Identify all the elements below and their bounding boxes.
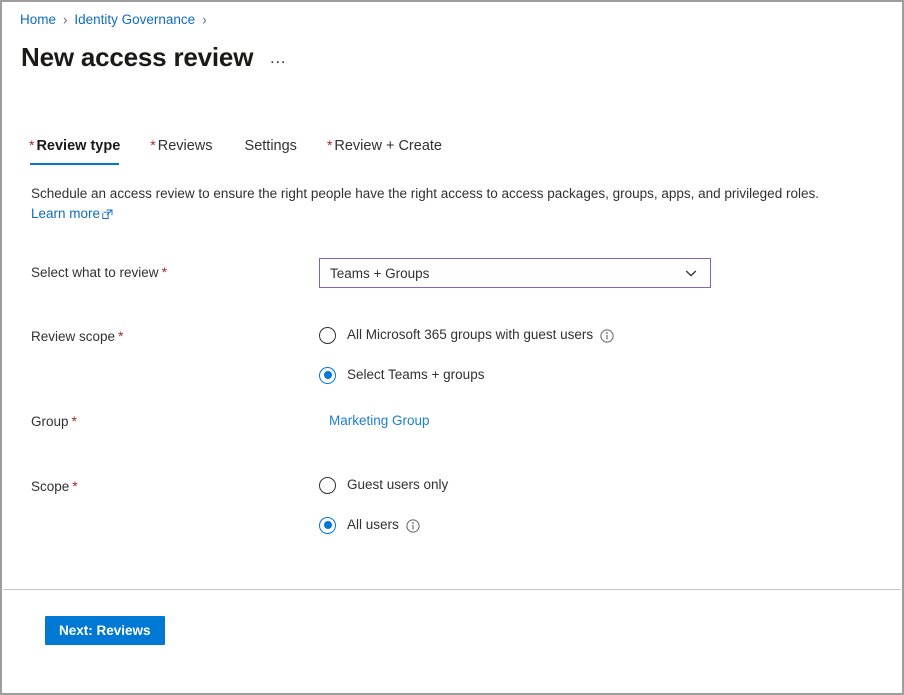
radio-indicator-unchecked bbox=[319, 477, 336, 494]
radio-guest-users-only[interactable]: Guest users only bbox=[319, 470, 448, 500]
info-icon[interactable] bbox=[406, 519, 420, 533]
field-select-what-to-review: Select what to review* Teams + Groups bbox=[2, 258, 902, 298]
breadcrumb-separator-icon: › bbox=[63, 10, 67, 31]
field-scope: Scope* Guest users only All users bbox=[2, 470, 902, 536]
learn-more-label: Learn more bbox=[31, 205, 100, 223]
required-asterisk: * bbox=[327, 137, 332, 153]
tab-label: Reviews bbox=[158, 138, 213, 154]
radio-indicator-checked bbox=[319, 367, 336, 384]
label-scope: Scope* bbox=[31, 476, 78, 497]
field-review-scope: Review scope* All Microsoft 365 groups w… bbox=[2, 320, 902, 386]
tab-settings[interactable]: Settings bbox=[243, 136, 297, 165]
required-asterisk: * bbox=[29, 137, 34, 153]
breadcrumb: Home › Identity Governance › bbox=[20, 11, 214, 29]
radio-label: All users bbox=[347, 516, 399, 534]
label-group: Group* bbox=[31, 411, 77, 432]
more-options-icon[interactable]: … bbox=[269, 48, 288, 68]
required-asterisk: * bbox=[72, 478, 77, 494]
breadcrumb-item-identity-governance[interactable]: Identity Governance bbox=[74, 11, 195, 29]
breadcrumb-item-home[interactable]: Home bbox=[20, 11, 56, 29]
tab-review-type[interactable]: *Review type bbox=[29, 136, 120, 165]
learn-more-link[interactable]: Learn more bbox=[31, 205, 113, 223]
scope-radio-group: Guest users only All users bbox=[319, 470, 448, 540]
required-asterisk: * bbox=[118, 328, 123, 344]
blade-description: Schedule an access review to ensure the … bbox=[31, 184, 891, 204]
azure-portal-blade: Home › Identity Governance › New access … bbox=[0, 0, 904, 695]
required-asterisk: * bbox=[150, 137, 155, 153]
tab-review-create[interactable]: *Review + Create bbox=[327, 136, 442, 165]
radio-select-teams-groups[interactable]: Select Teams + groups bbox=[319, 360, 614, 390]
radio-all-users[interactable]: All users bbox=[319, 510, 448, 540]
footer-divider bbox=[3, 589, 901, 590]
tab-label: Settings bbox=[245, 138, 297, 154]
tab-label: Review + Create bbox=[334, 138, 442, 154]
tab-reviews[interactable]: *Reviews bbox=[150, 136, 212, 165]
radio-indicator-checked bbox=[319, 517, 336, 534]
radio-label: Guest users only bbox=[347, 476, 448, 494]
label-text: Group bbox=[31, 414, 69, 429]
select-what-to-review-dropdown[interactable]: Teams + Groups bbox=[319, 258, 711, 288]
review-scope-radio-group: All Microsoft 365 groups with guest user… bbox=[319, 320, 614, 390]
label-text: Review scope bbox=[31, 329, 115, 344]
next-reviews-button[interactable]: Next: Reviews bbox=[45, 616, 165, 645]
radio-indicator-unchecked bbox=[319, 327, 336, 344]
chevron-down-icon bbox=[684, 266, 698, 280]
dropdown-selected-value: Teams + Groups bbox=[330, 266, 684, 281]
radio-all-m365-groups-with-guest-users[interactable]: All Microsoft 365 groups with guest user… bbox=[319, 320, 614, 350]
radio-label: All Microsoft 365 groups with guest user… bbox=[347, 326, 593, 344]
page-title: New access review bbox=[21, 40, 253, 74]
label-text: Scope bbox=[31, 479, 69, 494]
select-what-to-review-field: Teams + Groups bbox=[319, 258, 711, 288]
radio-label: Select Teams + groups bbox=[347, 366, 484, 384]
info-icon[interactable] bbox=[600, 329, 614, 343]
title-row: New access review … bbox=[21, 40, 288, 74]
label-review-scope: Review scope* bbox=[31, 326, 124, 347]
label-select-what-to-review: Select what to review* bbox=[31, 262, 167, 283]
group-value-field: Marketing Group bbox=[329, 411, 430, 431]
wizard-tabs: *Review type *Reviews Settings *Review +… bbox=[29, 136, 472, 165]
group-link-marketing-group[interactable]: Marketing Group bbox=[329, 413, 430, 428]
external-link-icon bbox=[102, 207, 113, 218]
field-group: Group* Marketing Group bbox=[2, 407, 902, 437]
required-asterisk: * bbox=[162, 264, 167, 280]
breadcrumb-separator-icon: › bbox=[202, 10, 206, 31]
required-asterisk: * bbox=[72, 413, 77, 429]
tab-label: Review type bbox=[36, 138, 120, 154]
label-text: Select what to review bbox=[31, 265, 159, 280]
